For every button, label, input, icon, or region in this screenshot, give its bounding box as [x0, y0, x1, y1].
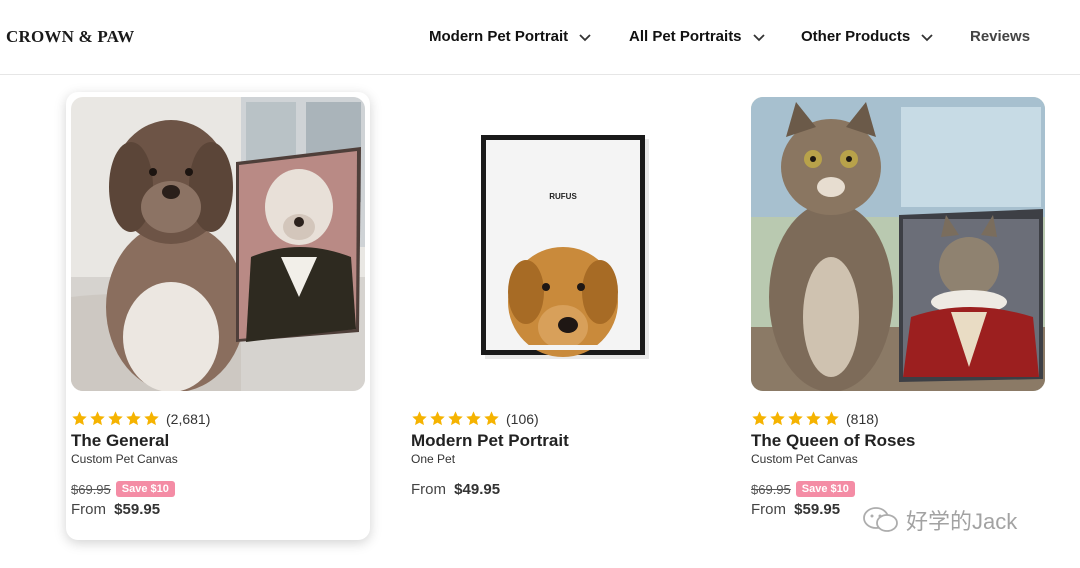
brand-logo[interactable]: CROWN & PAW [6, 27, 134, 47]
product-price: From $49.95 [411, 481, 500, 498]
star-icon [448, 411, 463, 426]
rating-stars: (106) [411, 410, 539, 427]
star-icon [430, 411, 445, 426]
star-icon [144, 411, 159, 426]
star-icon [108, 411, 123, 426]
nav-label: Other Products [801, 28, 911, 45]
rating-count: (818) [846, 410, 879, 427]
star-icon [466, 411, 481, 426]
star-icon [484, 411, 499, 426]
price-compare: $69.95 Save $10 [71, 481, 175, 497]
star-icon [126, 411, 141, 426]
from-label: From [751, 501, 786, 518]
product-image[interactable] [71, 97, 365, 391]
rating-stars: (818) [751, 410, 879, 427]
price-compare: $69.95 Save $10 [751, 481, 855, 497]
from-label: From [71, 501, 106, 518]
nav-label: All Pet Portraits [629, 28, 742, 45]
product-name[interactable]: The General [71, 431, 169, 451]
star-icon [90, 411, 105, 426]
dog-with-general-portrait-image [71, 97, 365, 391]
chevron-down-icon [579, 33, 591, 41]
product-name[interactable]: Modern Pet Portrait [411, 431, 569, 451]
product-image[interactable]: RUFUS [411, 97, 705, 391]
star-icon [806, 411, 821, 426]
product-price: From $59.95 [71, 501, 160, 518]
rating-count: (2,681) [166, 410, 211, 427]
watermark: 好学的Jack [862, 504, 1017, 536]
rating-stars: (2,681) [71, 410, 210, 427]
product-card-modern-pet-portrait[interactable]: RUFUS (106) Modern Pet Portrait One Pet … [406, 92, 710, 540]
star-icon [824, 411, 839, 426]
nav-modern-pet-portrait[interactable]: Modern Pet Portrait [429, 28, 592, 45]
save-badge: Save $10 [795, 481, 855, 497]
star-icon [752, 411, 767, 426]
from-label: From [411, 481, 446, 498]
product-subtitle: Custom Pet Canvas [751, 452, 858, 466]
product-image[interactable] [751, 97, 1045, 391]
save-badge: Save $10 [115, 481, 175, 497]
price-value: $49.95 [454, 481, 501, 498]
watermark-text: 好学的Jack [906, 509, 1018, 534]
cat-with-queen-portrait-image [751, 97, 1045, 391]
original-price: $69.95 [71, 481, 111, 497]
product-price: From $59.95 [751, 501, 840, 518]
product-subtitle: One Pet [411, 452, 456, 466]
price-value: $59.95 [794, 501, 841, 518]
price-value: $59.95 [114, 501, 161, 518]
framed-dog-portrait-image: RUFUS [411, 97, 705, 391]
rating-count: (106) [506, 410, 539, 427]
wechat-icon [863, 507, 898, 532]
nav-reviews[interactable]: Reviews [970, 28, 1030, 45]
nav-other-products[interactable]: Other Products [801, 28, 934, 45]
star-icon [770, 411, 785, 426]
star-icon [72, 411, 87, 426]
nav-all-pet-portraits[interactable]: All Pet Portraits [629, 28, 766, 45]
nav-label: Modern Pet Portrait [429, 28, 569, 45]
star-icon [412, 411, 427, 426]
nav-label: Reviews [970, 28, 1031, 45]
chevron-down-icon [752, 33, 765, 41]
product-card-the-general[interactable]: (2,681) The General Custom Pet Canvas $6… [66, 92, 370, 540]
original-price: $69.95 [751, 481, 791, 497]
product-card-queen-of-roses[interactable]: (818) The Queen of Roses Custom Pet Canv… [746, 92, 1050, 540]
site-header: CROWN & PAW Modern Pet Portrait All Pet … [0, 0, 1080, 75]
star-icon [788, 411, 803, 426]
chevron-down-icon [921, 33, 933, 41]
product-subtitle: Custom Pet Canvas [71, 452, 178, 466]
frame-name-text: RUFUS [549, 192, 577, 201]
product-name[interactable]: The Queen of Roses [751, 431, 915, 451]
